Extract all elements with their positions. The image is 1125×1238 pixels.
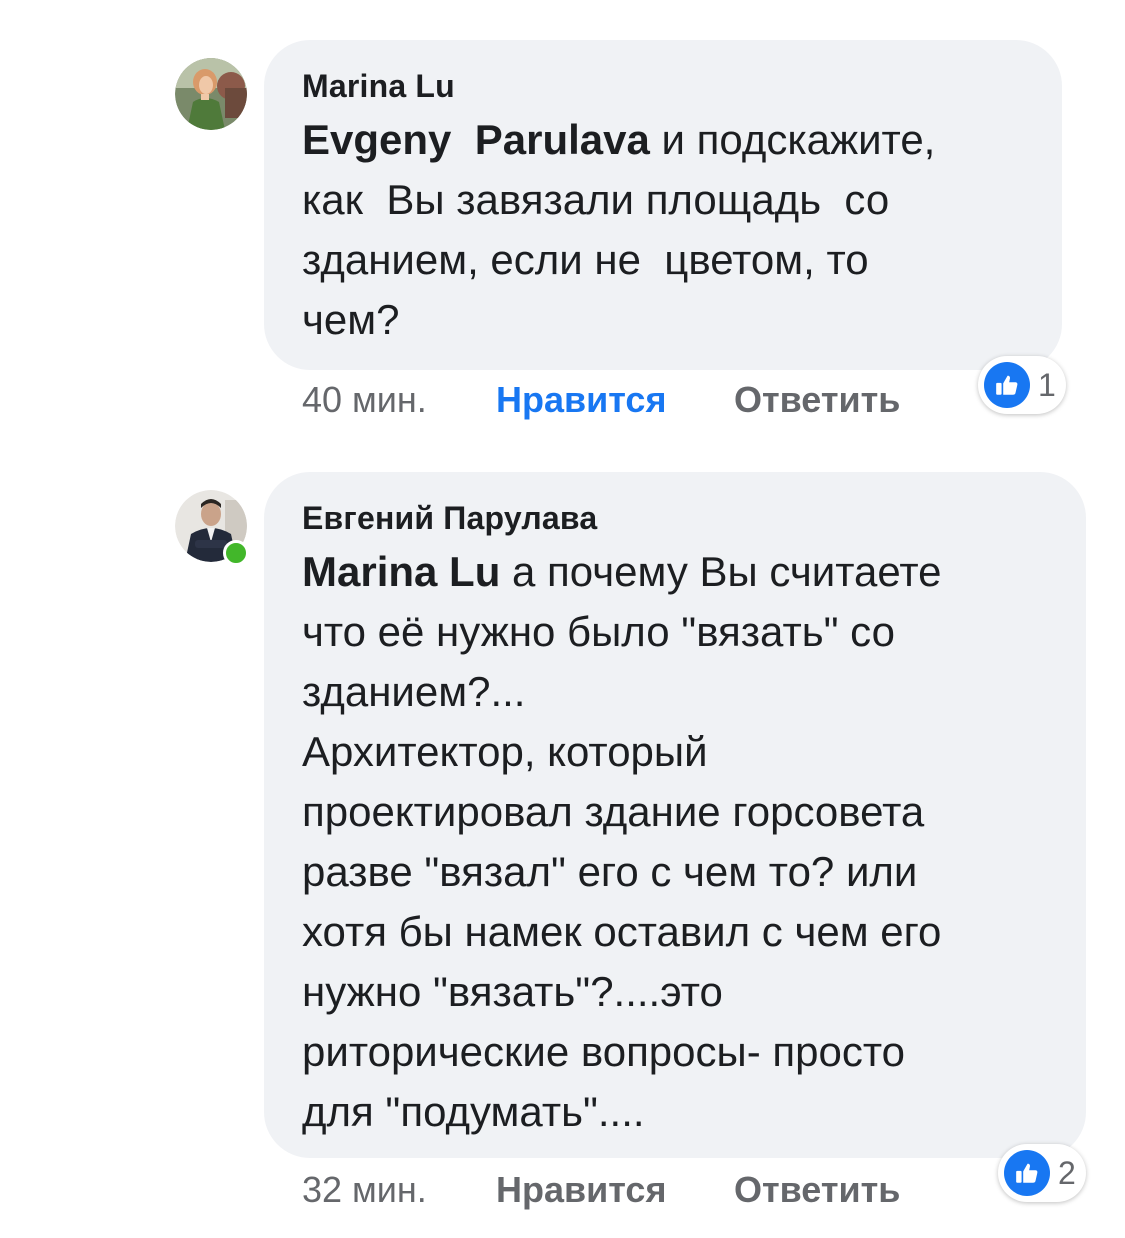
reaction-summary[interactable]: 1: [978, 356, 1066, 414]
comment-timestamp[interactable]: 32 мин.: [302, 1168, 427, 1212]
avatar[interactable]: [175, 490, 249, 566]
avatar[interactable]: [175, 58, 247, 130]
avatar-photo-marina: [175, 58, 247, 130]
like-icon: [984, 362, 1030, 408]
mention-link[interactable]: Marina Lu: [302, 548, 500, 595]
comment-bubble: Marina Lu Evgeny Parulava и подскажите, …: [264, 40, 1062, 370]
like-button[interactable]: Нравится: [496, 1168, 666, 1212]
reaction-count: 2: [1058, 1154, 1076, 1191]
reaction-count: 1: [1038, 366, 1056, 403]
comment-text: Marina Lu а почему Вы считаете что её ну…: [302, 542, 1048, 1142]
like-icon: [1004, 1150, 1050, 1196]
comment-timestamp[interactable]: 40 мин.: [302, 378, 427, 422]
mention-link[interactable]: Evgeny Parulava: [302, 116, 650, 163]
like-button[interactable]: Нравится: [496, 378, 666, 422]
comment-body: а почему Вы считаете что её нужно было "…: [302, 548, 942, 1135]
online-status-indicator: [223, 540, 249, 566]
reply-button[interactable]: Ответить: [734, 1168, 900, 1212]
comment-author[interactable]: Евгений Парулава: [302, 498, 1048, 538]
comment-bubble: Евгений Парулава Marina Lu а почему Вы с…: [264, 472, 1086, 1158]
comment-author[interactable]: Marina Lu: [302, 66, 1024, 106]
reaction-summary[interactable]: 2: [998, 1144, 1086, 1202]
reply-button[interactable]: Ответить: [734, 378, 900, 422]
comment-text: Evgeny Parulava и подскажите, как Вы зав…: [302, 110, 1024, 350]
